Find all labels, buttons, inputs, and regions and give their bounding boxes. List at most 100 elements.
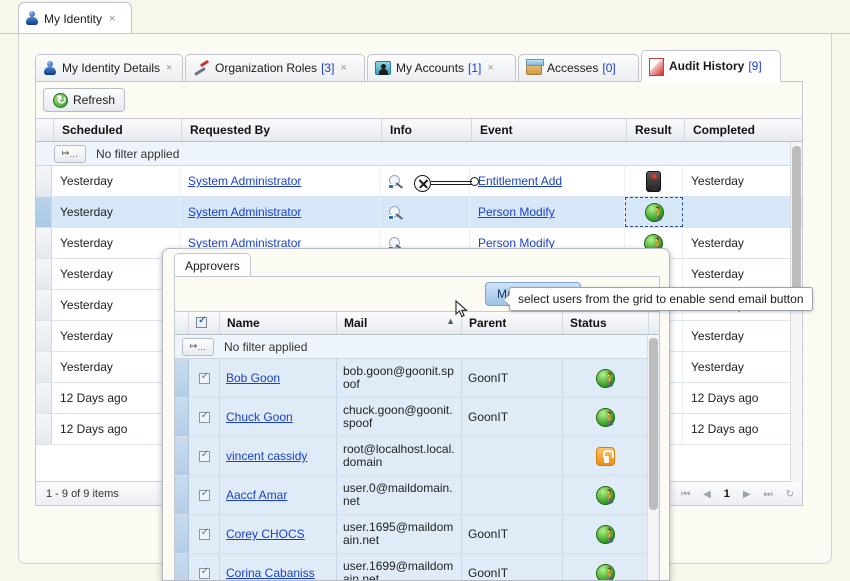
list-item[interactable]: Corey CHOCS user.1695@maildomain.net Goo… xyxy=(175,515,659,554)
row-checkbox[interactable] xyxy=(198,410,211,423)
tab-label: My Accounts xyxy=(396,61,465,75)
approver-name-link[interactable]: Chuck Goon xyxy=(226,410,293,424)
cell-completed: Yesterday xyxy=(691,360,744,374)
approver-parent xyxy=(462,476,563,514)
close-icon[interactable]: × xyxy=(340,62,346,74)
approvers-filter-row: ↦ … No filter applied xyxy=(175,335,659,359)
sort-ascending-icon: ▲ xyxy=(446,316,455,326)
approvers-header-row: Name Mail ▲ Parent Status xyxy=(175,311,659,335)
list-item[interactable]: Bob Goon bob.goon@goonit.spoof GoonIT 🚶 xyxy=(175,359,659,398)
approver-mail: root@localhost.local.domain xyxy=(337,437,462,475)
cell-completed xyxy=(683,197,800,227)
close-icon[interactable]: × xyxy=(166,62,172,74)
cell-requested-by-link[interactable]: System Administrator xyxy=(188,205,301,219)
column-header-scheduled[interactable]: Scheduled xyxy=(54,119,182,141)
list-item[interactable]: vincent cassidy root@localhost.local.dom… xyxy=(175,437,659,476)
refresh-button[interactable]: Refresh xyxy=(43,88,126,112)
tab-my-identity-details[interactable]: My Identity Details × xyxy=(35,54,183,82)
pager-next-icon[interactable]: ▶ xyxy=(743,489,751,500)
approver-name-link[interactable]: Corina Cabaniss xyxy=(226,566,315,580)
row-checkbox[interactable] xyxy=(198,566,211,579)
tab-accesses[interactable]: Accesses [0] xyxy=(518,54,639,82)
column-header-result[interactable]: Result xyxy=(627,119,685,141)
row-checkbox[interactable] xyxy=(198,488,211,501)
cell-completed: Yesterday xyxy=(691,329,744,343)
list-item[interactable]: Corina Cabaniss user.1699@maildomain.net… xyxy=(175,554,659,580)
cell-requested-by-link[interactable]: System Administrator xyxy=(188,174,301,188)
row-gutter xyxy=(36,352,52,382)
row-gutter xyxy=(36,414,52,444)
cell-scheduled: Yesterday xyxy=(52,259,180,289)
tab-label: Accesses xyxy=(547,61,599,75)
tab-approvers[interactable]: Approvers xyxy=(174,253,251,277)
refresh-icon xyxy=(53,92,69,108)
approvers-tab-strip: Approvers xyxy=(163,249,669,277)
approvers-scrollbar[interactable] xyxy=(647,335,658,580)
close-icon[interactable]: × xyxy=(109,13,115,25)
filter-button-label: … xyxy=(69,148,79,159)
pager-refresh-icon[interactable]: ↻ xyxy=(786,489,794,500)
column-header-info[interactable]: Info xyxy=(382,119,472,141)
column-header-event[interactable]: Event xyxy=(472,119,627,141)
grid-scrollbar[interactable] xyxy=(790,142,801,482)
grid-scrollbar-thumb[interactable] xyxy=(792,146,801,296)
filter-button[interactable]: ↦ … xyxy=(54,144,86,163)
filter-button[interactable]: ↦ … xyxy=(182,337,214,356)
approvers-scrollbar-thumb[interactable] xyxy=(649,338,658,510)
person-icon xyxy=(43,60,57,76)
column-header-parent[interactable]: Parent xyxy=(462,312,563,334)
cell-completed: Yesterday xyxy=(691,267,744,281)
circle-x-marker xyxy=(414,175,431,192)
approver-name-link[interactable]: Bob Goon xyxy=(226,371,280,385)
table-row[interactable]: Yesterday System Administrator Person Mo… xyxy=(36,197,802,228)
filter-status-text: No filter applied xyxy=(96,146,180,161)
row-gutter xyxy=(36,259,52,289)
approver-name-link[interactable]: Aaccf Amar xyxy=(226,488,287,502)
approver-mail: user.1695@maildomain.net xyxy=(337,515,462,553)
select-all-checkbox[interactable] xyxy=(189,312,220,334)
row-checkbox[interactable] xyxy=(198,371,211,384)
row-checkbox[interactable] xyxy=(198,449,211,462)
column-header-requested-by[interactable]: Requested By xyxy=(182,119,382,141)
runner-green-icon[interactable]: 🚶 xyxy=(644,202,667,222)
list-item[interactable]: Chuck Goon chuck.goon@goonit.spoof GoonI… xyxy=(175,398,659,437)
list-item[interactable]: Aaccf Amar user.0@maildomain.net 🚶 xyxy=(175,476,659,515)
approver-name-link[interactable]: vincent cassidy xyxy=(226,449,307,463)
pager-current-page[interactable]: 1 xyxy=(724,488,730,500)
box-icon xyxy=(526,59,544,75)
pager-controls: ⏮ ◀ 1 ▶ ⏭ ↻ xyxy=(681,482,794,506)
outer-tab-strip: My Identity × xyxy=(0,0,850,34)
cell-completed: 12 Days ago xyxy=(691,391,759,405)
tab-organization-roles[interactable]: Organization Roles [3] × xyxy=(185,54,365,82)
close-icon[interactable]: × xyxy=(487,62,493,74)
tab-my-accounts[interactable]: My Accounts [1] × xyxy=(367,54,516,82)
pager-prev-icon[interactable]: ◀ xyxy=(703,489,711,500)
cell-scheduled: Yesterday xyxy=(52,197,180,227)
grid-header-row: Scheduled Requested By Info Event Result… xyxy=(36,118,802,142)
grid-header-gutter xyxy=(36,119,54,141)
column-header-status[interactable]: Status xyxy=(563,312,649,334)
traffic-light-icon xyxy=(646,170,661,192)
column-header-mail[interactable]: Mail ▲ xyxy=(337,312,462,334)
cell-event-link[interactable]: Person Modify xyxy=(478,205,555,219)
pager-last-icon[interactable]: ⏭ xyxy=(764,489,773,500)
filter-button-label: … xyxy=(197,341,207,352)
pager-first-icon[interactable]: ⏮ xyxy=(681,489,690,500)
column-header-completed[interactable]: Completed xyxy=(685,119,802,141)
row-gutter xyxy=(175,554,189,580)
approver-mail: chuck.goon@goonit.spoof xyxy=(337,398,462,436)
approver-parent: GoonIT xyxy=(462,398,563,436)
tab-audit-history[interactable]: Audit History [9] xyxy=(641,50,781,82)
cell-event-link[interactable]: Entitlement Add xyxy=(478,174,562,188)
magnifier-icon[interactable] xyxy=(388,174,405,189)
outer-tab-my-identity[interactable]: My Identity × xyxy=(18,2,132,34)
column-header-name[interactable]: Name xyxy=(220,312,337,334)
row-checkbox[interactable] xyxy=(198,527,211,540)
row-gutter xyxy=(36,383,52,413)
row-gutter xyxy=(36,197,52,227)
magnifier-icon[interactable] xyxy=(388,205,405,220)
approver-name-link[interactable]: Corey CHOCS xyxy=(226,527,305,541)
approver-parent: GoonIT xyxy=(462,515,563,553)
runner-green-icon: 🚶 xyxy=(596,563,618,580)
refresh-label: Refresh xyxy=(73,93,116,107)
